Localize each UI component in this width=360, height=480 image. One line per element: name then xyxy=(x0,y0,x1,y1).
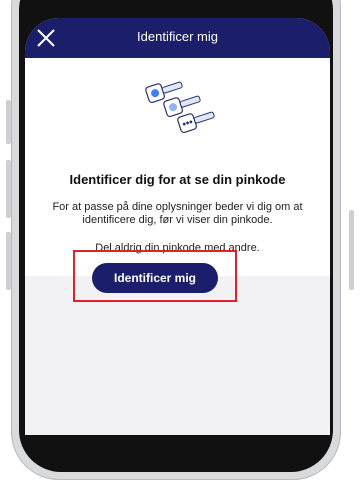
identify-button[interactable]: Identificer mig xyxy=(92,263,218,293)
phone-volume-down-button xyxy=(6,232,11,290)
identify-card: Identificer dig for at se din pinkode Fo… xyxy=(25,58,330,276)
card-heading: Identificer dig for at se din pinkode xyxy=(69,172,286,187)
phone-side-button xyxy=(6,100,11,144)
card-description: For at passe på dine oplysninger beder v… xyxy=(52,201,303,226)
phone-volume-up-button xyxy=(6,160,11,218)
page-title: Identificer mig xyxy=(137,29,218,44)
top-bar: Identificer mig xyxy=(25,18,330,58)
keys-illustration-icon xyxy=(145,81,215,134)
phone-power-button xyxy=(349,210,354,290)
app-screen: Identificer mig Identificer dig for at s… xyxy=(25,18,330,435)
